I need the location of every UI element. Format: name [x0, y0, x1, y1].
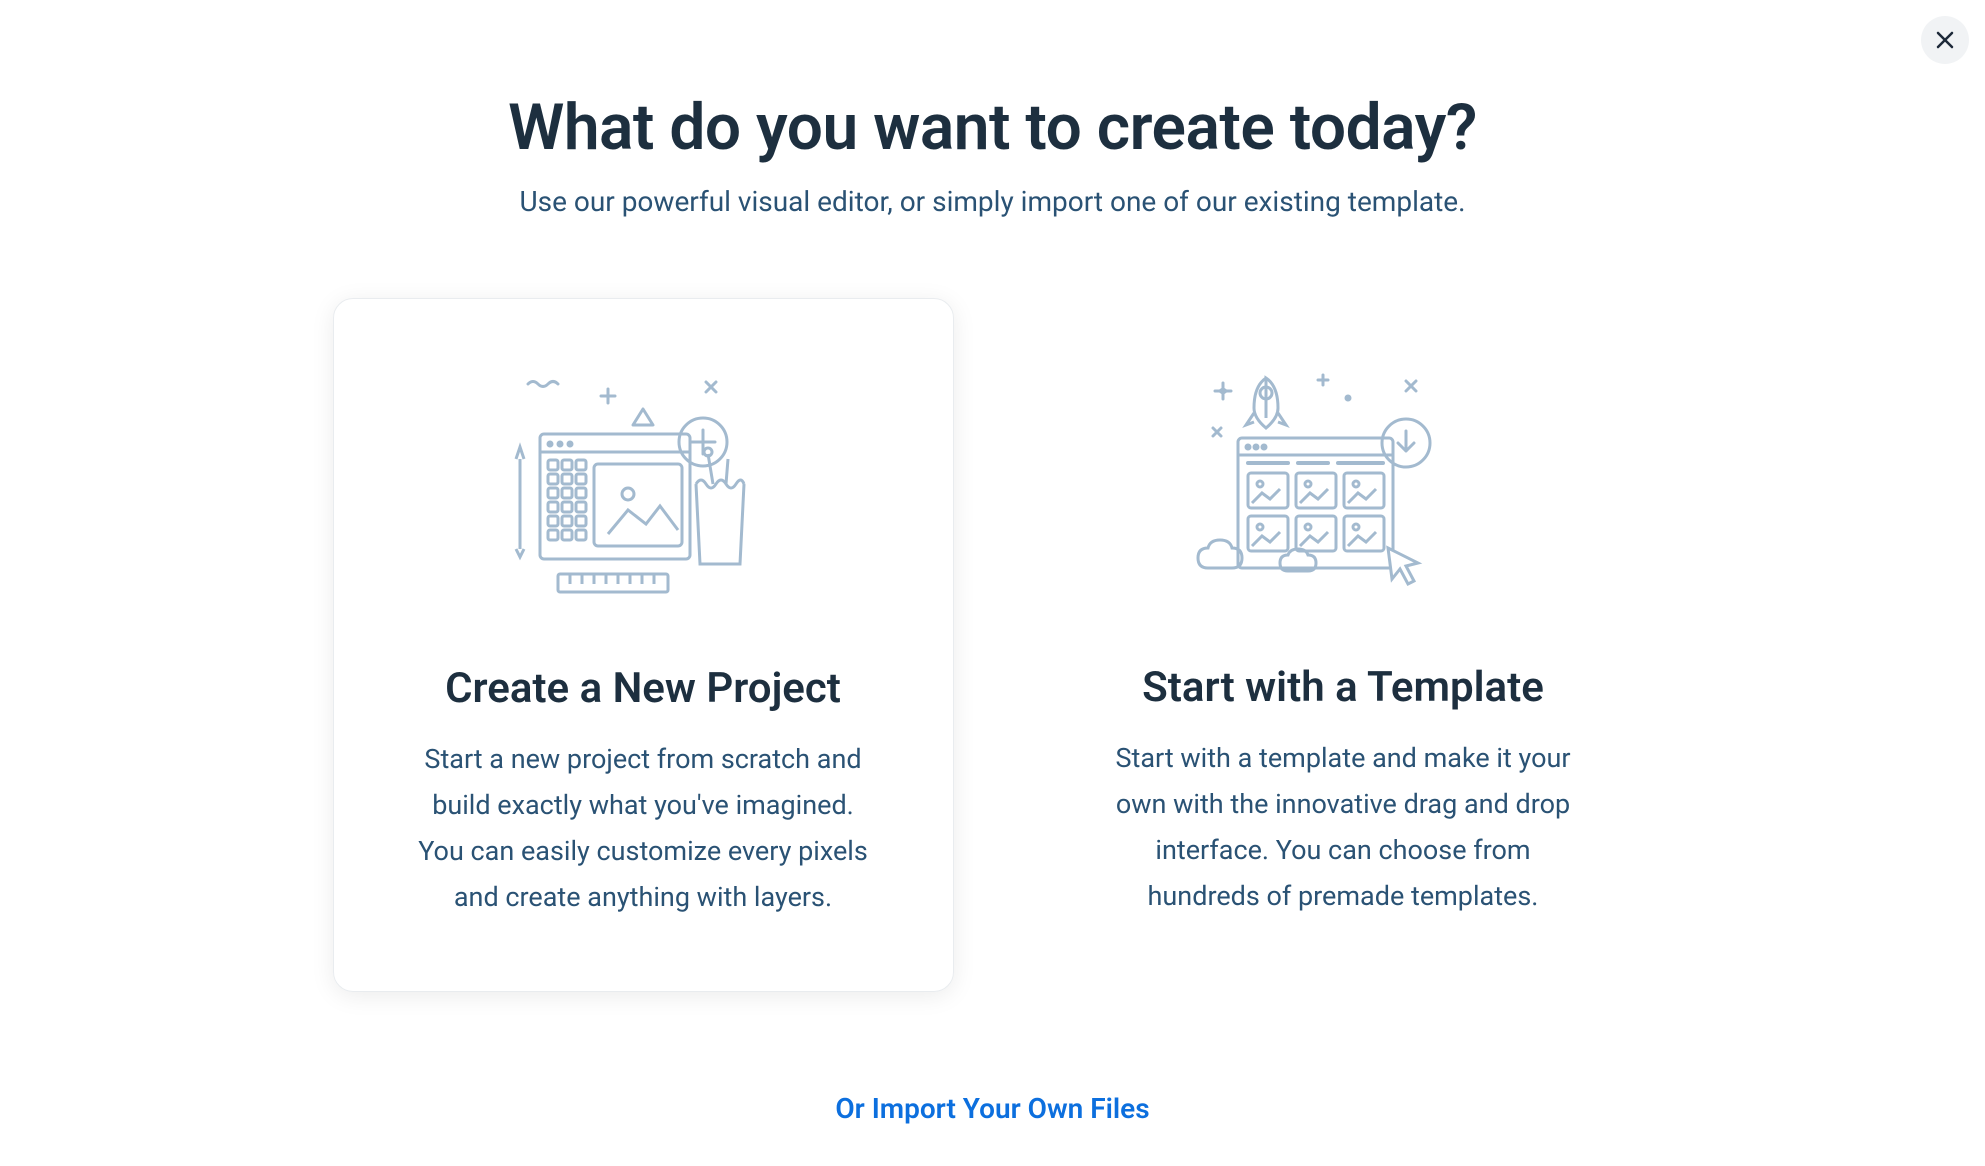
create-project-description: Start a new project from scratch and bui…: [414, 737, 873, 921]
main-container: What do you want to create today? Use ou…: [293, 0, 1693, 1125]
template-title: Start with a Template: [1114, 663, 1573, 712]
page-title: What do you want to create today?: [293, 90, 1693, 165]
close-icon: [1936, 31, 1954, 49]
header: What do you want to create today? Use ou…: [293, 90, 1693, 218]
create-new-project-card[interactable]: Create a New Project Start a new project…: [333, 298, 954, 992]
close-button[interactable]: [1921, 16, 1969, 64]
import-files-link[interactable]: Or Import Your Own Files: [293, 1092, 1693, 1125]
page-subtitle: Use our powerful visual editor, or simpl…: [293, 185, 1693, 218]
create-project-illustration: [414, 354, 873, 634]
template-description: Start with a template and make it your o…: [1114, 736, 1573, 920]
import-files-label: Or Import Your Own Files: [835, 1092, 1149, 1125]
option-cards-container: Create a New Project Start a new project…: [293, 298, 1693, 992]
template-illustration: [1114, 353, 1573, 633]
start-template-card[interactable]: Start with a Template Start with a templ…: [1034, 298, 1653, 992]
create-project-title: Create a New Project: [414, 664, 873, 713]
